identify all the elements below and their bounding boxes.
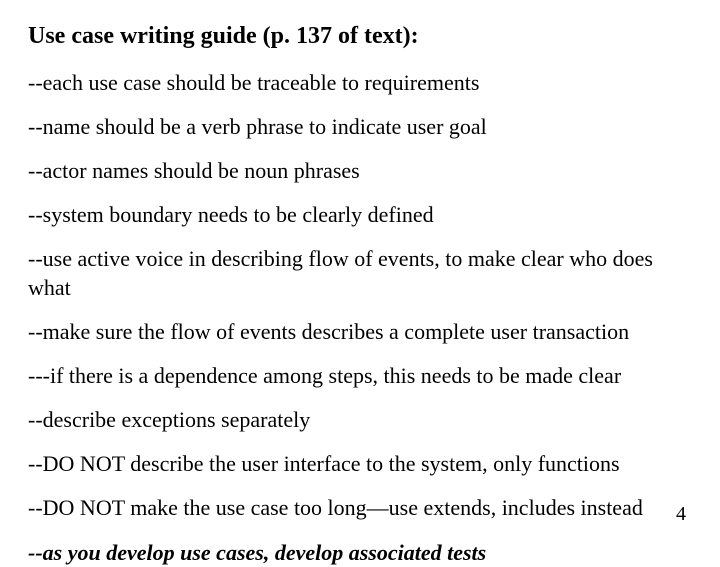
- bullet-item: --name should be a verb phrase to indica…: [28, 113, 692, 141]
- slide-title: Use case writing guide (p. 137 of text):: [28, 22, 692, 51]
- bullet-item: --describe exceptions separately: [28, 406, 692, 434]
- bullet-item: --system boundary needs to be clearly de…: [28, 201, 692, 229]
- bullet-item: --actor names should be noun phrases: [28, 157, 692, 185]
- slide: Use case writing guide (p. 137 of text):…: [0, 0, 720, 540]
- page-number: 4: [676, 503, 686, 526]
- bullet-item: --use active voice in describing flow of…: [28, 245, 692, 301]
- bullet-item: --DO NOT describe the user interface to …: [28, 450, 692, 478]
- bullet-item: --DO NOT make the use case too long—use …: [28, 494, 692, 522]
- bullet-item: --each use case should be traceable to r…: [28, 69, 692, 97]
- bullet-item: ---if there is a dependence among steps,…: [28, 362, 692, 390]
- bullet-item: --make sure the flow of events describes…: [28, 318, 692, 346]
- bullet-item-emphasis: --as you develop use cases, develop asso…: [28, 539, 692, 567]
